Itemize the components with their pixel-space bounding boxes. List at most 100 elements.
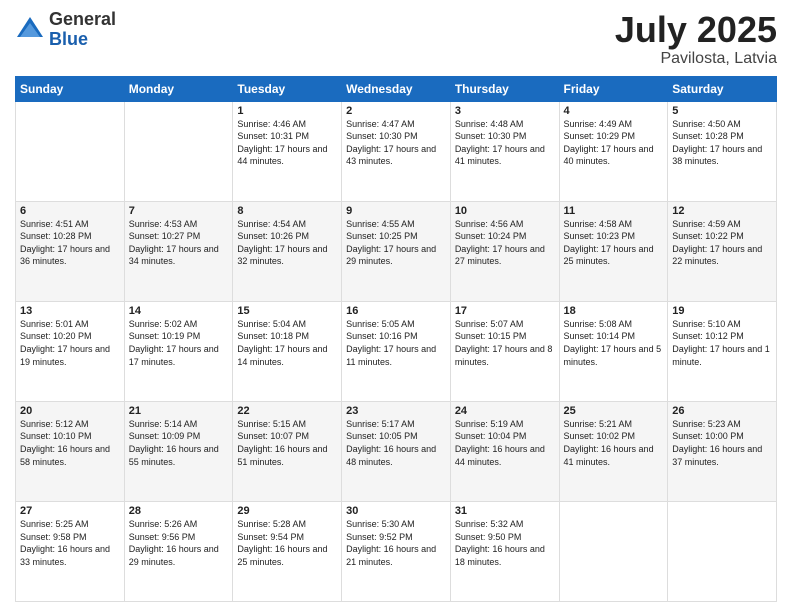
day-number: 3	[455, 105, 555, 117]
day-info: Sunrise: 4:46 AMSunset: 10:31 PMDaylight…	[237, 118, 337, 168]
day-cell: 12Sunrise: 4:59 AMSunset: 10:22 PMDaylig…	[668, 201, 777, 301]
header-sunday: Sunday	[16, 76, 125, 101]
day-cell: 30Sunrise: 5:30 AMSunset: 9:52 PMDayligh…	[342, 501, 451, 601]
day-number: 6	[20, 205, 120, 217]
day-cell: 5Sunrise: 4:50 AMSunset: 10:28 PMDayligh…	[668, 101, 777, 201]
day-number: 18	[564, 305, 664, 317]
logo-text: General Blue	[49, 10, 116, 50]
week-row-3: 13Sunrise: 5:01 AMSunset: 10:20 PMDaylig…	[16, 301, 777, 401]
day-cell: 28Sunrise: 5:26 AMSunset: 9:56 PMDayligh…	[124, 501, 233, 601]
logo-general: General	[49, 9, 116, 29]
day-number: 7	[129, 205, 229, 217]
day-info: Sunrise: 4:56 AMSunset: 10:24 PMDaylight…	[455, 218, 555, 268]
day-cell: 26Sunrise: 5:23 AMSunset: 10:00 PMDaylig…	[668, 401, 777, 501]
header-monday: Monday	[124, 76, 233, 101]
logo-icon	[15, 15, 45, 45]
day-cell	[559, 501, 668, 601]
day-number: 30	[346, 505, 446, 517]
day-cell: 18Sunrise: 5:08 AMSunset: 10:14 PMDaylig…	[559, 301, 668, 401]
day-info: Sunrise: 5:14 AMSunset: 10:09 PMDaylight…	[129, 418, 229, 468]
day-number: 22	[237, 405, 337, 417]
day-info: Sunrise: 5:04 AMSunset: 10:18 PMDaylight…	[237, 318, 337, 368]
day-number: 15	[237, 305, 337, 317]
day-number: 1	[237, 105, 337, 117]
day-cell	[668, 501, 777, 601]
day-number: 8	[237, 205, 337, 217]
day-info: Sunrise: 4:48 AMSunset: 10:30 PMDaylight…	[455, 118, 555, 168]
day-cell: 29Sunrise: 5:28 AMSunset: 9:54 PMDayligh…	[233, 501, 342, 601]
day-info: Sunrise: 5:32 AMSunset: 9:50 PMDaylight:…	[455, 518, 555, 568]
day-number: 13	[20, 305, 120, 317]
week-row-1: 1Sunrise: 4:46 AMSunset: 10:31 PMDayligh…	[16, 101, 777, 201]
day-info: Sunrise: 5:07 AMSunset: 10:15 PMDaylight…	[455, 318, 555, 368]
day-cell: 6Sunrise: 4:51 AMSunset: 10:28 PMDayligh…	[16, 201, 125, 301]
day-info: Sunrise: 5:12 AMSunset: 10:10 PMDaylight…	[20, 418, 120, 468]
day-info: Sunrise: 5:17 AMSunset: 10:05 PMDaylight…	[346, 418, 446, 468]
day-info: Sunrise: 5:28 AMSunset: 9:54 PMDaylight:…	[237, 518, 337, 568]
day-cell: 16Sunrise: 5:05 AMSunset: 10:16 PMDaylig…	[342, 301, 451, 401]
day-number: 10	[455, 205, 555, 217]
header-thursday: Thursday	[450, 76, 559, 101]
day-info: Sunrise: 5:05 AMSunset: 10:16 PMDaylight…	[346, 318, 446, 368]
day-info: Sunrise: 4:58 AMSunset: 10:23 PMDaylight…	[564, 218, 664, 268]
day-cell: 27Sunrise: 5:25 AMSunset: 9:58 PMDayligh…	[16, 501, 125, 601]
day-number: 5	[672, 105, 772, 117]
calendar-body: 1Sunrise: 4:46 AMSunset: 10:31 PMDayligh…	[16, 101, 777, 601]
day-number: 16	[346, 305, 446, 317]
day-number: 14	[129, 305, 229, 317]
day-number: 23	[346, 405, 446, 417]
calendar-location: Pavilosta, Latvia	[615, 50, 777, 68]
day-number: 28	[129, 505, 229, 517]
day-number: 31	[455, 505, 555, 517]
day-cell: 14Sunrise: 5:02 AMSunset: 10:19 PMDaylig…	[124, 301, 233, 401]
day-number: 12	[672, 205, 772, 217]
day-number: 19	[672, 305, 772, 317]
day-number: 2	[346, 105, 446, 117]
day-cell: 11Sunrise: 4:58 AMSunset: 10:23 PMDaylig…	[559, 201, 668, 301]
day-cell: 4Sunrise: 4:49 AMSunset: 10:29 PMDayligh…	[559, 101, 668, 201]
day-cell: 19Sunrise: 5:10 AMSunset: 10:12 PMDaylig…	[668, 301, 777, 401]
day-info: Sunrise: 4:49 AMSunset: 10:29 PMDaylight…	[564, 118, 664, 168]
week-row-5: 27Sunrise: 5:25 AMSunset: 9:58 PMDayligh…	[16, 501, 777, 601]
title-block: July 2025 Pavilosta, Latvia	[615, 10, 777, 68]
day-number: 20	[20, 405, 120, 417]
calendar-table: Sunday Monday Tuesday Wednesday Thursday…	[15, 76, 777, 602]
day-cell: 22Sunrise: 5:15 AMSunset: 10:07 PMDaylig…	[233, 401, 342, 501]
week-row-2: 6Sunrise: 4:51 AMSunset: 10:28 PMDayligh…	[16, 201, 777, 301]
day-info: Sunrise: 4:47 AMSunset: 10:30 PMDaylight…	[346, 118, 446, 168]
day-cell: 3Sunrise: 4:48 AMSunset: 10:30 PMDayligh…	[450, 101, 559, 201]
calendar-header: Sunday Monday Tuesday Wednesday Thursday…	[16, 76, 777, 101]
weekday-header-row: Sunday Monday Tuesday Wednesday Thursday…	[16, 76, 777, 101]
day-cell: 9Sunrise: 4:55 AMSunset: 10:25 PMDayligh…	[342, 201, 451, 301]
page: General Blue July 2025 Pavilosta, Latvia…	[0, 0, 792, 612]
day-cell	[124, 101, 233, 201]
day-info: Sunrise: 4:55 AMSunset: 10:25 PMDaylight…	[346, 218, 446, 268]
day-cell: 17Sunrise: 5:07 AMSunset: 10:15 PMDaylig…	[450, 301, 559, 401]
day-info: Sunrise: 5:01 AMSunset: 10:20 PMDaylight…	[20, 318, 120, 368]
day-cell: 23Sunrise: 5:17 AMSunset: 10:05 PMDaylig…	[342, 401, 451, 501]
day-info: Sunrise: 4:51 AMSunset: 10:28 PMDaylight…	[20, 218, 120, 268]
day-cell: 8Sunrise: 4:54 AMSunset: 10:26 PMDayligh…	[233, 201, 342, 301]
day-info: Sunrise: 4:53 AMSunset: 10:27 PMDaylight…	[129, 218, 229, 268]
header-friday: Friday	[559, 76, 668, 101]
day-cell: 24Sunrise: 5:19 AMSunset: 10:04 PMDaylig…	[450, 401, 559, 501]
day-info: Sunrise: 5:02 AMSunset: 10:19 PMDaylight…	[129, 318, 229, 368]
day-number: 26	[672, 405, 772, 417]
day-cell: 25Sunrise: 5:21 AMSunset: 10:02 PMDaylig…	[559, 401, 668, 501]
day-info: Sunrise: 5:23 AMSunset: 10:00 PMDaylight…	[672, 418, 772, 468]
day-info: Sunrise: 5:10 AMSunset: 10:12 PMDaylight…	[672, 318, 772, 368]
header: General Blue July 2025 Pavilosta, Latvia	[15, 10, 777, 68]
day-cell	[16, 101, 125, 201]
day-info: Sunrise: 5:26 AMSunset: 9:56 PMDaylight:…	[129, 518, 229, 568]
day-number: 29	[237, 505, 337, 517]
day-info: Sunrise: 4:50 AMSunset: 10:28 PMDaylight…	[672, 118, 772, 168]
day-info: Sunrise: 5:15 AMSunset: 10:07 PMDaylight…	[237, 418, 337, 468]
day-cell: 7Sunrise: 4:53 AMSunset: 10:27 PMDayligh…	[124, 201, 233, 301]
day-number: 9	[346, 205, 446, 217]
week-row-4: 20Sunrise: 5:12 AMSunset: 10:10 PMDaylig…	[16, 401, 777, 501]
day-cell: 15Sunrise: 5:04 AMSunset: 10:18 PMDaylig…	[233, 301, 342, 401]
day-cell: 20Sunrise: 5:12 AMSunset: 10:10 PMDaylig…	[16, 401, 125, 501]
day-info: Sunrise: 5:08 AMSunset: 10:14 PMDaylight…	[564, 318, 664, 368]
day-number: 25	[564, 405, 664, 417]
day-cell: 1Sunrise: 4:46 AMSunset: 10:31 PMDayligh…	[233, 101, 342, 201]
